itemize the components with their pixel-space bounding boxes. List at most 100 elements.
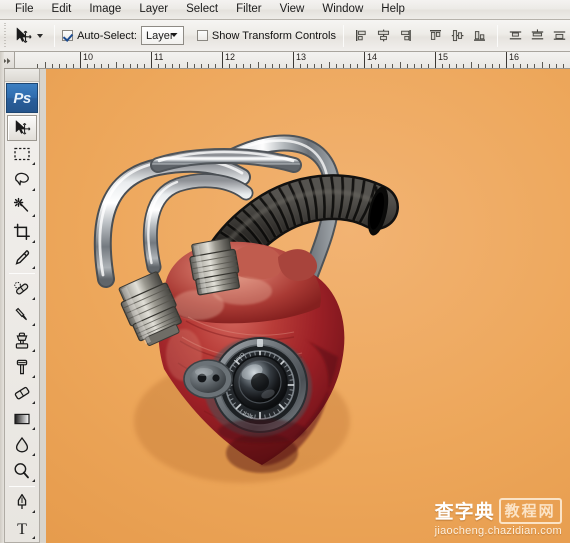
ruler-tick-minor xyxy=(94,64,96,68)
flyout-corner-icon[interactable] xyxy=(32,297,35,300)
ruler-tick-minor xyxy=(420,64,422,68)
tool-gradient-tool[interactable] xyxy=(7,406,37,432)
align-edges-group-vertical xyxy=(425,25,490,46)
ruler-tick-minor xyxy=(307,64,309,68)
ruler-tick-minor xyxy=(172,64,174,68)
tool-eraser-tool[interactable] xyxy=(7,380,37,406)
flyout-corner-icon[interactable] xyxy=(32,266,35,269)
ruler-tick-minor xyxy=(321,64,323,68)
tool-history-brush-tool[interactable] xyxy=(7,354,37,380)
flyout-corner-icon[interactable] xyxy=(32,349,35,352)
options-separator-2 xyxy=(343,24,344,47)
ruler-tick-minor xyxy=(555,64,557,68)
tool-move-tool[interactable] xyxy=(7,115,37,141)
tool-pen-tool[interactable] xyxy=(7,489,37,515)
document-canvas[interactable]: NIKO 1:3.5 查字典 教程网 jiaocheng.chazidian.c… xyxy=(46,69,570,543)
tool-dodge-tool[interactable] xyxy=(7,458,37,484)
distribute-vertical-centers-button[interactable] xyxy=(527,25,548,46)
ruler-tick-minor xyxy=(193,64,195,68)
flyout-corner-icon[interactable] xyxy=(32,375,35,378)
ruler-tick-minor xyxy=(257,62,259,68)
rangefinder-window xyxy=(183,359,233,399)
ruler-tick-minor xyxy=(491,64,493,68)
ruler-tick-minor xyxy=(72,64,74,68)
align-horizontal-centers-button[interactable] xyxy=(373,25,394,46)
menu-select[interactable]: Select xyxy=(177,1,227,19)
ruler-tick-minor xyxy=(243,64,245,68)
flyout-corner-icon[interactable] xyxy=(32,162,35,165)
auto-select-chevron-down-icon[interactable] xyxy=(167,27,181,44)
show-transform-controls-checkbox[interactable] xyxy=(196,30,208,41)
ruler-tick-major xyxy=(506,52,507,68)
tool-type-tool[interactable]: T xyxy=(7,515,37,541)
tool-crop-tool[interactable] xyxy=(7,219,37,245)
flyout-corner-icon[interactable] xyxy=(32,453,35,456)
ruler-tick-minor xyxy=(427,64,429,68)
brush-tool-icon xyxy=(15,307,27,321)
align-right-edges-button[interactable] xyxy=(395,25,416,46)
ruler-tick-minor xyxy=(548,64,550,68)
tool-options-bar: Auto-Select: Layer Show Transform Contro… xyxy=(0,20,570,52)
ruler-label: 11 xyxy=(154,52,164,62)
ruler-tick-minor xyxy=(58,64,60,68)
tool-eyedropper-tool[interactable] xyxy=(7,245,37,271)
tool-magic-wand-tool[interactable] xyxy=(7,193,37,219)
menu-window[interactable]: Window xyxy=(313,1,372,19)
auto-select-target-dropdown[interactable]: Layer xyxy=(140,26,184,45)
ruler-tick-minor xyxy=(335,64,337,68)
tool-lasso-tool[interactable] xyxy=(7,167,37,193)
tool-rectangular-marquee-tool[interactable] xyxy=(7,141,37,167)
menu-file[interactable]: File xyxy=(6,1,43,19)
align-bottom-edges-button[interactable] xyxy=(469,25,490,46)
align-top-edges-button[interactable] xyxy=(425,25,446,46)
eraser-tool-icon xyxy=(14,386,30,400)
flyout-corner-icon[interactable] xyxy=(32,240,35,243)
align-vertical-centers-button[interactable] xyxy=(447,25,468,46)
tool-healing-brush-tool[interactable] xyxy=(7,276,37,302)
menu-image[interactable]: Image xyxy=(80,1,130,19)
tool-preset-picker[interactable] xyxy=(8,25,47,47)
flyout-corner-icon[interactable] xyxy=(32,214,35,217)
ruler-label: 13 xyxy=(296,52,307,62)
ruler-tick-minor xyxy=(87,64,89,68)
flyout-corner-icon[interactable] xyxy=(32,427,35,430)
flyout-corner-icon[interactable] xyxy=(32,188,35,191)
flyout-corner-icon[interactable] xyxy=(32,401,35,404)
distribute-top-edges-button[interactable] xyxy=(505,25,526,46)
menu-view[interactable]: View xyxy=(271,1,314,19)
ruler-tick-minor xyxy=(562,64,564,68)
menu-help[interactable]: Help xyxy=(372,1,414,19)
ruler-tick-minor xyxy=(285,64,287,68)
menu-edit[interactable]: Edit xyxy=(43,1,81,19)
ruler-tick-minor xyxy=(158,64,160,68)
ruler-tick-minor xyxy=(484,64,486,68)
options-bar-grip[interactable] xyxy=(1,22,7,49)
ruler-tick-minor xyxy=(129,64,131,68)
auto-select-label: Auto-Select: xyxy=(77,29,137,42)
flyout-corner-icon[interactable] xyxy=(32,510,35,513)
dodge-tool-icon xyxy=(14,463,29,479)
menu-filter[interactable]: Filter xyxy=(227,1,271,19)
flyout-corner-icon[interactable] xyxy=(32,479,35,482)
ruler-tick-minor xyxy=(513,64,515,68)
auto-select-group: Auto-Select: xyxy=(62,30,137,42)
auto-select-checkbox[interactable] xyxy=(62,30,74,41)
tool-blur-tool[interactable] xyxy=(7,432,37,458)
tool-clone-stamp-tool[interactable] xyxy=(7,328,37,354)
tool-brush-tool[interactable] xyxy=(7,302,37,328)
ruler-tick-minor xyxy=(456,64,458,68)
tool-preset-chevron-down-icon[interactable] xyxy=(37,33,44,38)
history-brush-tool-icon xyxy=(16,359,28,375)
clone-stamp-tool-icon xyxy=(15,332,29,349)
distribute-bottom-edges-button[interactable] xyxy=(549,25,570,46)
ruler-tick-minor xyxy=(271,64,273,68)
flyout-corner-icon[interactable] xyxy=(32,536,35,539)
menu-layer[interactable]: Layer xyxy=(130,1,177,19)
horizontal-ruler[interactable]: 1011121314151617 xyxy=(0,52,570,69)
flyout-corner-icon[interactable] xyxy=(32,323,35,326)
align-left-edges-button[interactable] xyxy=(351,25,372,46)
ruler-tick-minor xyxy=(250,64,252,68)
ruler-tick-major xyxy=(364,52,365,68)
ruler-tick-minor xyxy=(406,64,408,68)
tools-panel-header[interactable] xyxy=(5,69,39,82)
